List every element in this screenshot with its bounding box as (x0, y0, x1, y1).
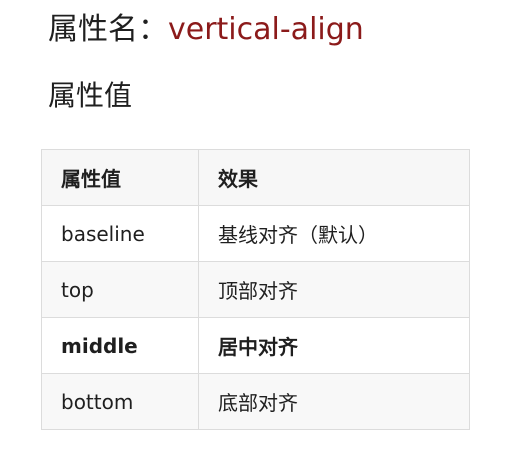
table-row: middle 居中对齐 (41, 317, 470, 374)
value-cell: middle (41, 317, 199, 374)
table-header-row: 属性值 效果 (41, 149, 470, 206)
column-header-value: 属性值 (41, 149, 199, 206)
column-header-effect: 效果 (198, 149, 470, 206)
effect-cell: 居中对齐 (198, 317, 470, 374)
table-row: baseline 基线对齐（默认） (41, 205, 470, 262)
value-cell: bottom (41, 373, 199, 430)
effect-cell: 基线对齐（默认） (198, 205, 470, 262)
table-row: top 顶部对齐 (41, 261, 470, 318)
effect-cell: 顶部对齐 (198, 261, 470, 318)
title-label: 属性名： (48, 12, 168, 47)
page-title: 属性名：vertical-align (48, 10, 364, 50)
effect-cell: 底部对齐 (198, 373, 470, 430)
property-values-table: 属性值 效果 baseline 基线对齐（默认） top 顶部对齐 middle… (41, 149, 470, 430)
value-cell: baseline (41, 205, 199, 262)
property-name: vertical-align (168, 12, 364, 47)
value-cell: top (41, 261, 199, 318)
table-row: bottom 底部对齐 (41, 373, 470, 430)
section-heading: 属性值 (48, 79, 133, 112)
